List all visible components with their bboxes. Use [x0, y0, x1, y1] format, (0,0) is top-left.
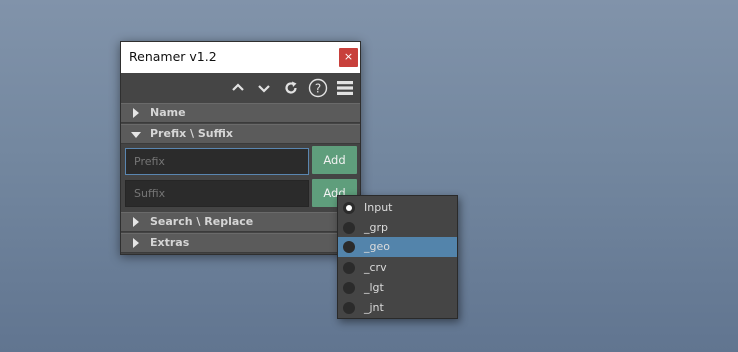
renamer-window: Renamer v1.2 × ? Name Prefix \ Suffix Pr… — [120, 41, 361, 255]
refresh-icon[interactable] — [282, 79, 300, 97]
radio-unchecked-icon — [343, 302, 355, 314]
section-prefix-suffix-label: Prefix \ Suffix — [150, 127, 233, 140]
section-prefix-suffix[interactable]: Prefix \ Suffix — [121, 124, 360, 144]
title-bar[interactable]: Renamer v1.2 × — [121, 42, 360, 73]
help-icon[interactable]: ? — [308, 78, 328, 98]
radio-unchecked-icon — [343, 222, 355, 234]
suffix-popup-menu: Input _grp _geo _crv _lgt _jnt — [337, 195, 458, 319]
menu-option-label: _jnt — [364, 301, 384, 314]
radio-checked-icon — [343, 202, 355, 214]
menu-option-geo[interactable]: _geo — [338, 237, 457, 257]
add-prefix-button[interactable]: Add — [312, 146, 357, 174]
close-button[interactable]: × — [339, 48, 358, 67]
radio-unchecked-icon — [343, 241, 355, 253]
section-extras[interactable]: Extras — [121, 233, 360, 253]
menu-option-label: _geo — [364, 240, 390, 253]
section-search-replace-label: Search \ Replace — [150, 215, 254, 228]
menu-option-lgt[interactable]: _lgt — [338, 278, 457, 298]
menu-option-input[interactable]: Input — [338, 198, 457, 218]
window-title: Renamer v1.2 — [129, 49, 217, 64]
collapsed-arrow-icon — [133, 108, 139, 118]
radio-unchecked-icon — [343, 282, 355, 294]
section-name-label: Name — [150, 106, 186, 119]
section-search-replace[interactable]: Search \ Replace — [121, 212, 360, 232]
expanded-arrow-icon — [131, 132, 141, 138]
help-glyph: ? — [315, 82, 321, 96]
radio-unchecked-icon — [343, 262, 355, 274]
collapsed-arrow-icon — [133, 238, 139, 248]
menu-option-label: _grp — [364, 221, 388, 234]
chevron-up-icon[interactable] — [229, 79, 247, 97]
chevron-down-icon[interactable] — [255, 79, 273, 97]
menu-option-label: _crv — [364, 261, 387, 274]
menu-option-grp[interactable]: _grp — [338, 218, 457, 238]
suffix-input[interactable] — [125, 180, 309, 207]
prefix-input[interactable] — [125, 148, 309, 175]
menu-option-crv[interactable]: _crv — [338, 258, 457, 278]
section-name[interactable]: Name — [121, 103, 360, 123]
menu-icon[interactable] — [336, 79, 354, 97]
menu-option-jnt[interactable]: _jnt — [338, 298, 457, 318]
section-extras-label: Extras — [150, 236, 190, 249]
menu-option-label: _lgt — [364, 281, 384, 294]
menu-option-label: Input — [364, 201, 393, 214]
collapsed-arrow-icon — [133, 217, 139, 227]
toolbar: ? — [121, 73, 360, 103]
